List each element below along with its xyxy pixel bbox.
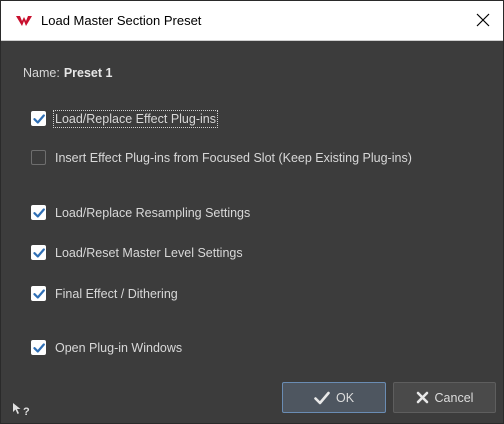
checkbox[interactable] [31,205,46,220]
whats-this-help-icon[interactable]: ? [11,401,35,417]
close-icon [476,13,490,27]
option-insert-effect-plugins-focused-slot[interactable]: Insert Effect Plug-ins from Focused Slot… [31,150,412,165]
option-label: Load/Reset Master Level Settings [55,245,243,260]
option-final-effect-dithering[interactable]: Final Effect / Dithering [31,286,178,301]
option-label: Insert Effect Plug-ins from Focused Slot… [55,150,412,165]
ok-button[interactable]: OK [282,382,386,413]
option-label: Load/Replace Resampling Settings [55,205,251,220]
option-load-replace-resampling[interactable]: Load/Replace Resampling Settings [31,205,250,220]
wavelab-logo-icon [16,16,32,26]
option-load-replace-effect-plugins[interactable]: Load/Replace Effect Plug-ins [31,109,218,128]
option-open-plugin-windows[interactable]: Open Plug-in Windows [31,340,182,355]
preset-name-value: Preset 1 [63,66,113,80]
load-preset-dialog: Load Master Section Preset Name: Preset 1… [0,0,504,424]
option-label: Load/Replace Effect Plug-ins [53,109,218,128]
x-icon [416,391,428,404]
title-bar: Load Master Section Preset [1,1,503,41]
option-load-reset-master-level[interactable]: Load/Reset Master Level Settings [31,245,243,260]
name-label: Name: [23,66,60,80]
checkbox[interactable] [31,111,46,126]
close-button[interactable] [465,3,501,37]
checkmark-icon [314,391,330,404]
checkmark-icon [32,288,45,299]
ok-button-label: OK [335,390,355,405]
checkbox[interactable] [31,245,46,260]
checkmark-icon [32,207,45,218]
cancel-button-label: Cancel [434,390,474,405]
checkbox[interactable] [31,150,46,165]
checkbox[interactable] [31,340,46,355]
checkmark-icon [32,342,45,353]
option-label: Final Effect / Dithering [55,286,178,301]
checkbox[interactable] [31,286,46,301]
checkmark-icon [32,113,45,124]
window-title: Load Master Section Preset [41,13,202,28]
cancel-button[interactable]: Cancel [393,382,496,413]
option-label: Open Plug-in Windows [55,340,183,355]
preset-name-row: Name: Preset 1 [23,66,112,80]
checkmark-icon [32,247,45,258]
svg-text:?: ? [23,406,30,417]
